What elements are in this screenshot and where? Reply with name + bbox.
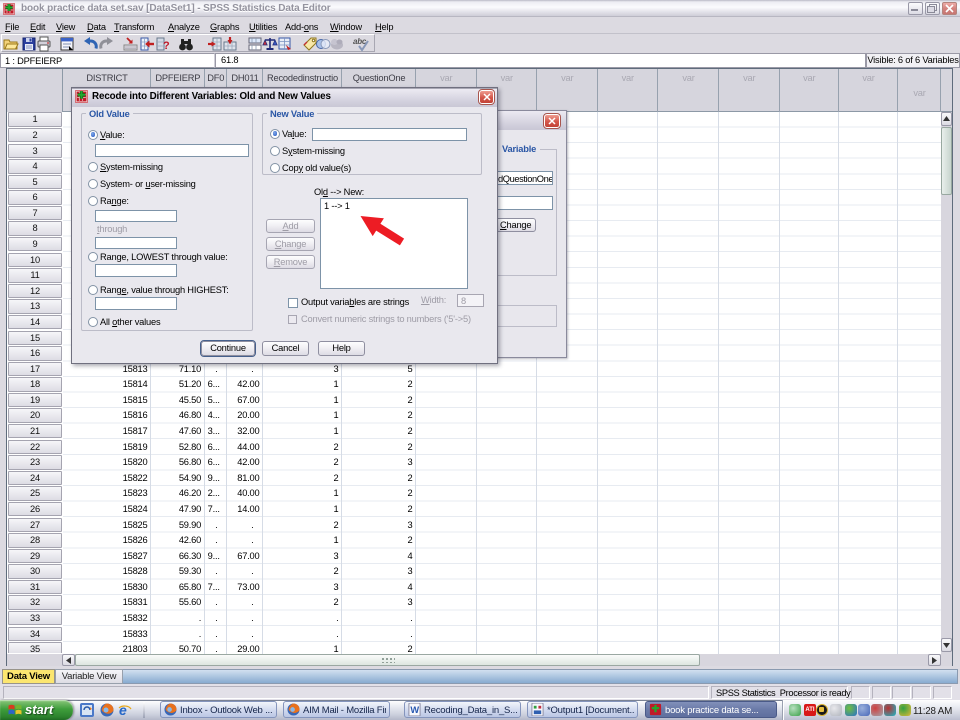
svg-text:e: e [119,703,127,717]
svg-text:W: W [410,705,419,715]
